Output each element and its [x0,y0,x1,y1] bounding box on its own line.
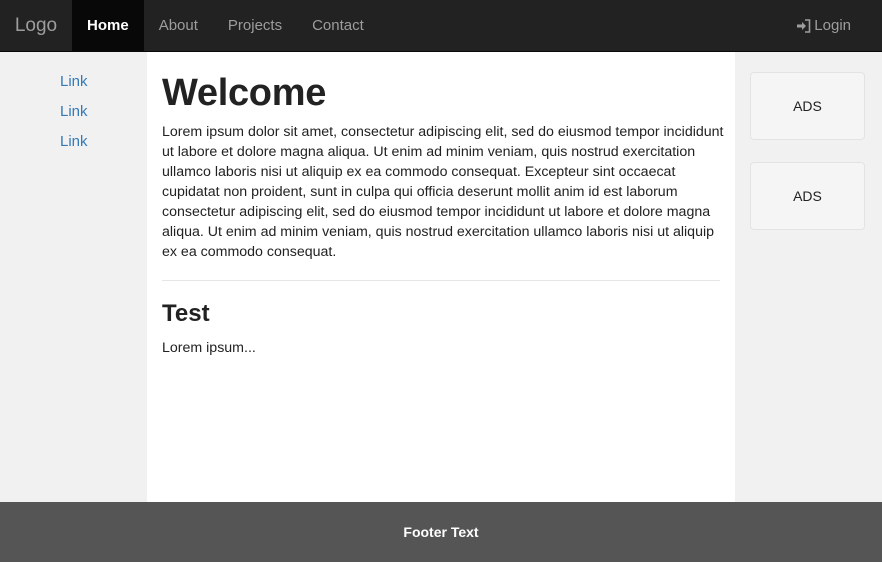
page-title: Welcome [162,72,327,114]
login-link[interactable]: Login [781,0,882,51]
sidebar-link-1[interactable]: Link [60,73,88,90]
nav-about[interactable]: About [144,0,213,51]
log-in-icon [797,18,811,33]
ad-box-1[interactable]: ADS [750,72,865,140]
footer: Footer Text [0,502,882,562]
divider [162,280,720,281]
section-paragraph: Lorem ipsum... [162,340,256,356]
footer-text: Footer Text [403,524,479,540]
nav-projects[interactable]: Projects [213,0,297,51]
brand-logo[interactable]: Logo [0,0,72,51]
ad-box-2[interactable]: ADS [750,162,865,230]
nav-contact[interactable]: Contact [297,0,379,51]
main-content: Welcome Lorem ipsum dolor sit amet, cons… [147,52,735,502]
right-sidebar: ADS ADS [735,52,882,502]
section-title: Test [162,300,210,327]
intro-paragraph: Lorem ipsum dolor sit amet, consectetur … [162,124,724,260]
login-label: Login [814,17,851,34]
left-sidebar: Link Link Link [0,52,147,502]
nav-home[interactable]: Home [72,0,144,51]
navbar: Logo Home About Projects Contact Login [0,0,882,52]
sidebar-link-3[interactable]: Link [60,133,88,150]
sidebar-link-2[interactable]: Link [60,103,88,120]
